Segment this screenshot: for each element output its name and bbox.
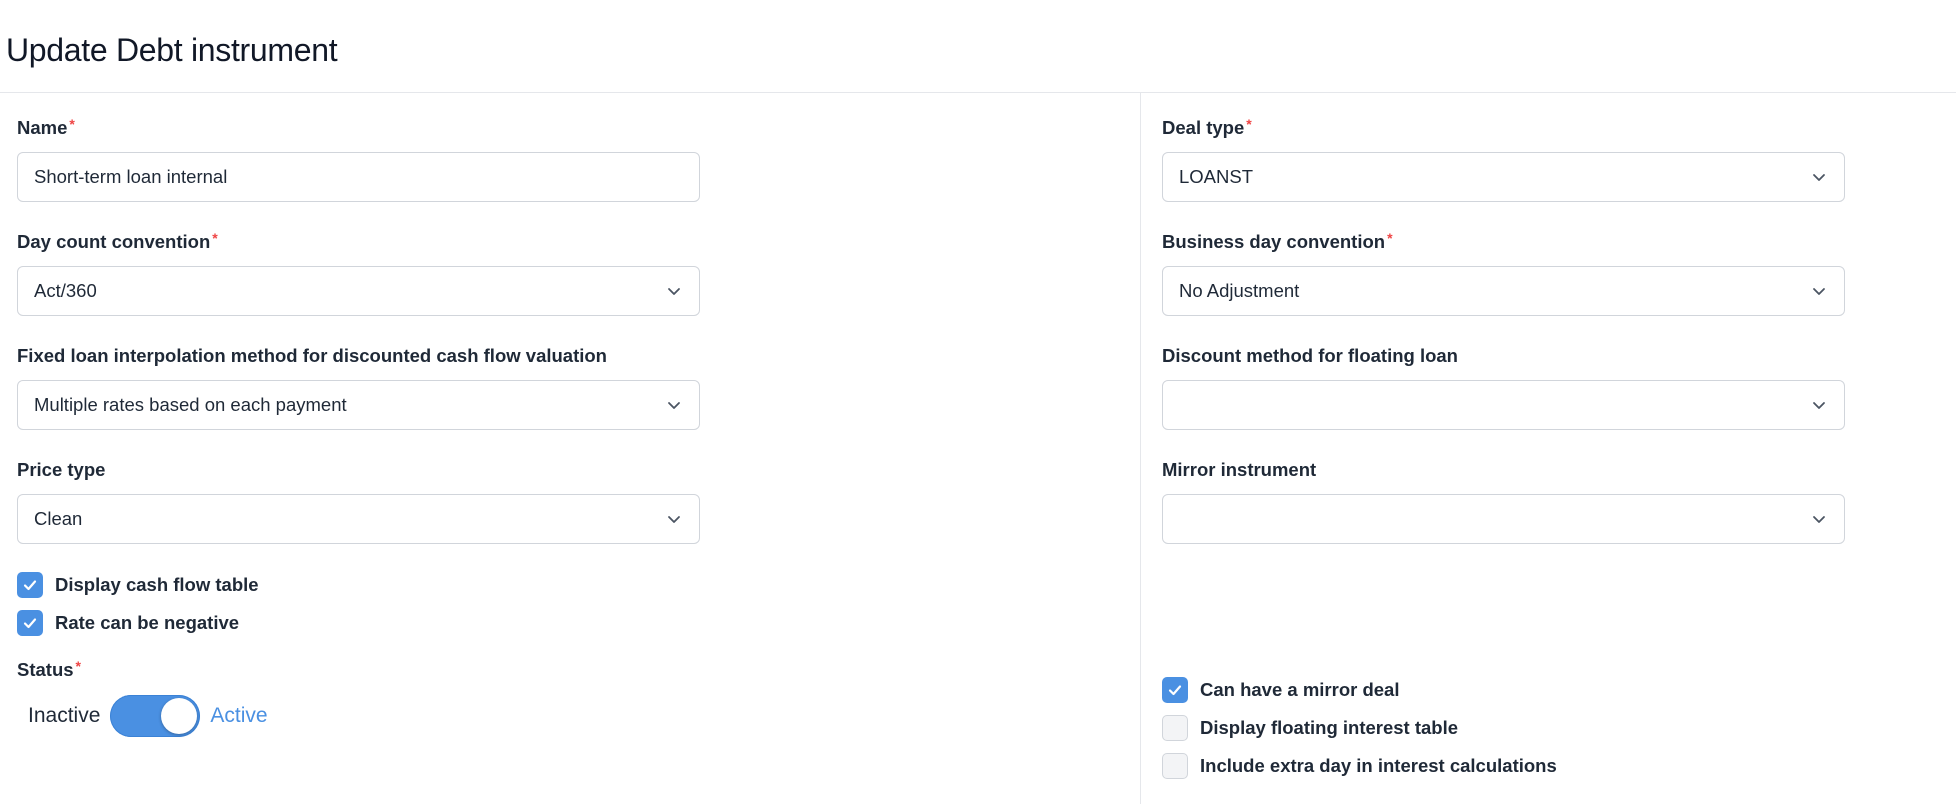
rate-negative-checkbox-row[interactable]: Rate can be negative — [17, 610, 239, 636]
display-cash-flow-checkbox-row[interactable]: Display cash flow table — [17, 572, 259, 598]
name-input[interactable] — [17, 152, 700, 202]
fixed-interp-select[interactable]: Multiple rates based on each payment — [17, 380, 700, 430]
check-icon — [23, 618, 37, 629]
business-day-value: No Adjustment — [1179, 280, 1300, 301]
day-count-value: Act/360 — [34, 280, 97, 301]
deal-type-field-group: Deal type * LOANST — [1162, 116, 1845, 207]
check-icon — [1168, 685, 1182, 696]
day-count-label: Day count convention * — [17, 230, 218, 252]
fixed-interp-field-group: Fixed loan interpolation method for disc… — [17, 345, 700, 435]
chevron-down-icon — [667, 398, 681, 412]
name-field-group: Name * — [17, 116, 700, 207]
display-cash-flow-label: Display cash flow table — [55, 574, 259, 595]
day-count-field-group: Day count convention * Act/360 — [17, 230, 700, 321]
chevron-down-icon — [1812, 398, 1826, 412]
price-type-select[interactable]: Clean — [17, 494, 700, 544]
price-type-label: Price type — [17, 459, 106, 480]
mirror-deal-label: Can have a mirror deal — [1200, 679, 1400, 700]
extra-day-checkbox[interactable] — [1162, 753, 1188, 779]
status-label: Status * — [17, 658, 81, 680]
deal-type-label: Deal type * — [1162, 116, 1252, 138]
required-marker: * — [1246, 116, 1252, 132]
chevron-down-icon — [667, 284, 681, 298]
fixed-interp-label: Fixed loan interpolation method for disc… — [17, 345, 607, 366]
chevron-down-icon — [1812, 512, 1826, 526]
required-marker: * — [75, 658, 81, 674]
required-marker: * — [212, 230, 218, 246]
required-marker: * — [1387, 230, 1393, 246]
discount-method-select[interactable] — [1162, 380, 1845, 430]
fixed-interp-value: Multiple rates based on each payment — [34, 394, 347, 415]
mirror-instrument-field-group: Mirror instrument — [1162, 459, 1845, 549]
deal-type-select[interactable]: LOANST — [1162, 152, 1845, 202]
price-type-value: Clean — [34, 508, 83, 529]
status-toggle-row: Inactive Active — [28, 695, 268, 737]
mirror-deal-checkbox[interactable] — [1162, 677, 1188, 703]
mirror-deal-checkbox-row[interactable]: Can have a mirror deal — [1162, 677, 1399, 703]
discount-method-label: Discount method for floating loan — [1162, 345, 1458, 366]
extra-day-label: Include extra day in interest calculatio… — [1200, 755, 1557, 776]
status-toggle[interactable] — [110, 695, 201, 737]
floating-interest-label: Display floating interest table — [1200, 717, 1459, 738]
business-day-field-group: Business day convention * No Adjustment — [1162, 230, 1845, 321]
business-day-select[interactable]: No Adjustment — [1162, 266, 1845, 316]
rate-negative-label: Rate can be negative — [55, 612, 240, 633]
required-marker: * — [69, 116, 75, 132]
mirror-instrument-label: Mirror instrument — [1162, 459, 1317, 480]
price-type-field-group: Price type Clean — [17, 459, 700, 549]
display-cash-flow-checkbox[interactable] — [17, 572, 43, 598]
page-title: Update Debt instrument — [6, 32, 338, 68]
page-header: Update Debt instrument — [0, 0, 1956, 93]
status-off-label: Inactive — [28, 704, 101, 727]
floating-interest-checkbox[interactable] — [1162, 715, 1188, 741]
floating-interest-checkbox-row[interactable]: Display floating interest table — [1162, 715, 1458, 741]
discount-method-field-group: Discount method for floating loan — [1162, 345, 1845, 435]
deal-type-value: LOANST — [1179, 166, 1254, 187]
status-field-group: Status * — [17, 658, 317, 689]
toggle-knob — [161, 698, 198, 734]
chevron-down-icon — [1812, 284, 1826, 298]
status-on-label: Active — [210, 704, 268, 727]
rate-negative-checkbox[interactable] — [17, 610, 43, 636]
chevron-down-icon — [1812, 170, 1826, 184]
chevron-down-icon — [667, 512, 681, 526]
business-day-label: Business day convention * — [1162, 230, 1393, 252]
extra-day-checkbox-row[interactable]: Include extra day in interest calculatio… — [1162, 753, 1557, 779]
column-divider — [1140, 93, 1141, 804]
day-count-select[interactable]: Act/360 — [17, 266, 700, 316]
name-label: Name * — [17, 116, 75, 138]
check-icon — [23, 580, 37, 591]
mirror-instrument-select[interactable] — [1162, 494, 1845, 544]
